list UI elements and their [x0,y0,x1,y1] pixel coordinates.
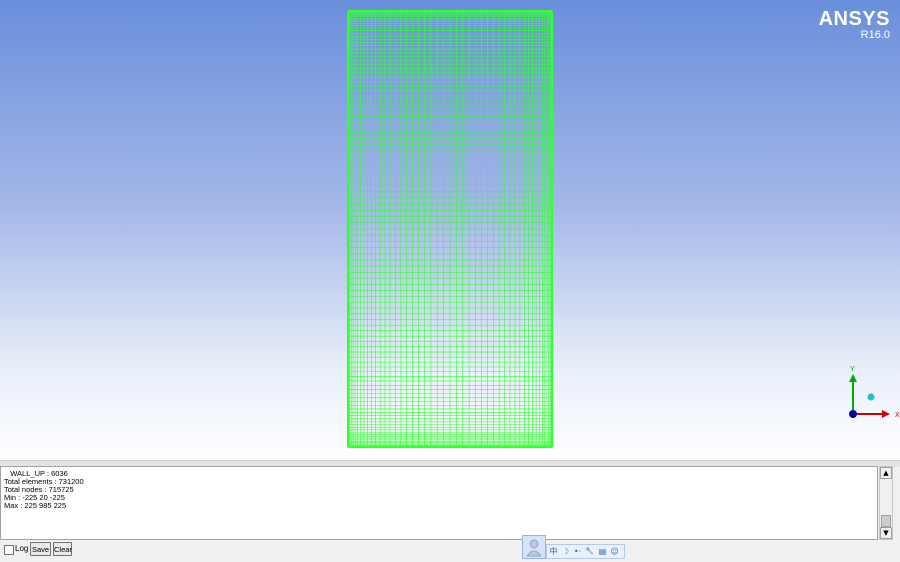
console-line: Min : -225 20 -225 [4,493,65,502]
x-axis-arrowhead [882,410,890,418]
graphics-viewport[interactable]: ANSYS R16.0 Y X [0,0,900,460]
person-body [526,550,542,557]
console-toolbar: Log Save Clear [0,540,900,559]
console-line: Total elements : 731200 [4,477,84,486]
logo-version: R16.0 [860,29,890,41]
y-axis-label: Y [850,366,855,373]
logo-brand: ANSYS [818,8,890,30]
y-axis-arrowhead [849,374,857,382]
person-icon [526,539,542,557]
x-axis-label: X [895,412,900,419]
clear-button[interactable]: Clear [53,542,72,556]
scroll-down-button[interactable]: ▼ [880,527,892,539]
console-output[interactable]: WALL_UP : 6036 Total elements : 731200 T… [0,466,878,540]
origin-marker-dot [867,393,875,401]
save-button[interactable]: Save [30,542,51,556]
console-line: Max : 225 985 225 [4,501,67,510]
person-head [529,539,539,549]
axis-triad: Y X [849,366,900,419]
clipboard-icon[interactable]: ▤ [598,546,607,557]
wrench-icon[interactable]: 🔧 [585,546,594,557]
log-checkbox[interactable] [4,545,14,555]
console-scrollbar[interactable]: ▲ ▼ [879,466,893,540]
ime-icon-strip: 中 ☽ •‧ 🔧 ▤ ☺ [546,544,625,559]
triangle-down-icon: ▼ [883,529,889,537]
scroll-thumb[interactable] [881,515,891,527]
ansys-logo: ANSYS R16.0 [819,9,890,41]
punctuation-icon[interactable]: •‧ [573,546,582,557]
moon-icon[interactable]: ☽ [561,546,570,557]
ime-face-icon[interactable] [522,535,546,559]
mesh-wireframe [347,10,553,448]
z-axis-dot [849,410,857,418]
log-label: Log [15,544,29,553]
chinese-mode-icon[interactable]: 中 [549,546,558,557]
smiley-icon[interactable]: ☺ [610,546,619,557]
console-line: Total nodes : 715725 [4,485,74,494]
ime-toolbar: 中 ☽ •‧ 🔧 ▤ ☺ [522,535,625,559]
scroll-up-button[interactable]: ▲ [880,467,892,479]
console-line: WALL_UP : 6036 [4,469,68,478]
triangle-up-icon: ▲ [883,469,889,477]
